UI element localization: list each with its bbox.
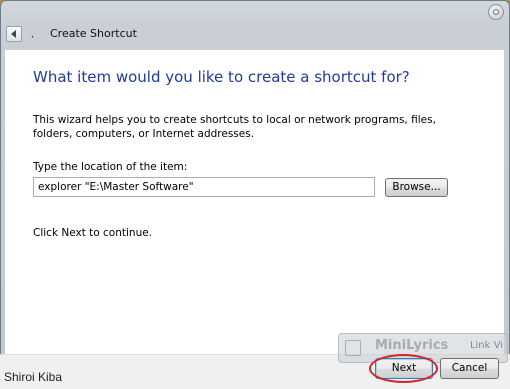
back-arrow-icon [11, 30, 16, 38]
browse-button[interactable]: Browse... [385, 178, 448, 197]
wizard-description: This wizard helps you to create shortcut… [33, 114, 436, 140]
title-bar: , Create Shortcut [0, 0, 510, 50]
wizard-heading: What item would you like to create a sho… [33, 68, 410, 86]
location-input[interactable] [33, 177, 375, 197]
minilyrics-title: MiniLyrics [375, 338, 449, 353]
continue-hint: Click Next to continue. [33, 227, 153, 239]
minilyrics-links[interactable]: Link Vi [470, 340, 503, 351]
back-button[interactable] [6, 26, 22, 42]
cancel-button[interactable]: Cancel [440, 358, 499, 379]
window-title: Create Shortcut [50, 27, 137, 40]
location-label: Type the location of the item: [33, 161, 188, 173]
wizard-content: What item would you like to create a sho… [5, 50, 504, 354]
minilyrics-logo-icon [345, 340, 361, 356]
close-button[interactable] [488, 4, 504, 20]
breadcrumb-separator: , [31, 30, 34, 40]
highlight-ring [369, 354, 438, 383]
watermark-text: Shiroi Kiba [4, 370, 63, 384]
